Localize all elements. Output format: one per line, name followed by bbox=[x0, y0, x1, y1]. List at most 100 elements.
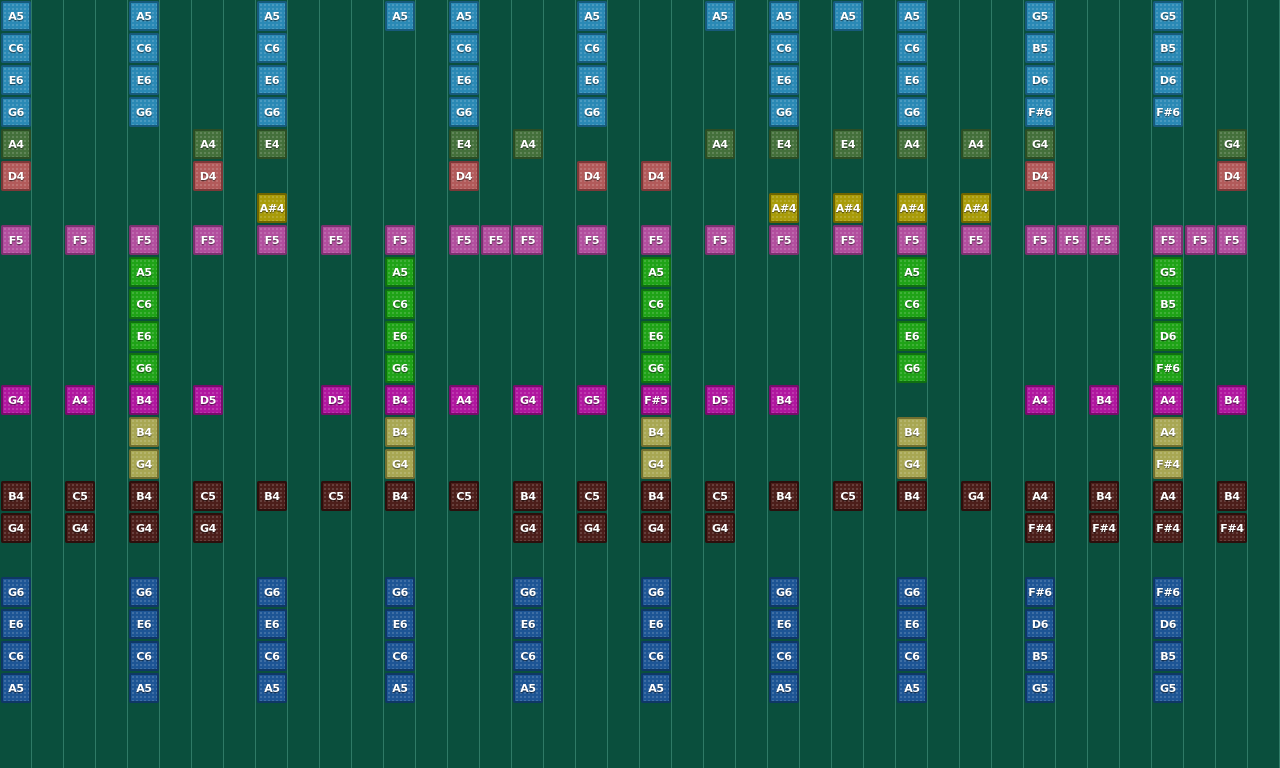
note-block[interactable]: G6 bbox=[513, 577, 543, 607]
note-block[interactable]: F5 bbox=[1089, 225, 1119, 255]
note-block[interactable]: F5 bbox=[961, 225, 991, 255]
note-block[interactable]: A#4 bbox=[961, 193, 991, 223]
note-block[interactable]: G4 bbox=[961, 481, 991, 511]
note-block[interactable]: A#4 bbox=[897, 193, 927, 223]
note-block[interactable]: B4 bbox=[385, 481, 415, 511]
note-block[interactable]: A5 bbox=[897, 1, 927, 31]
note-block[interactable]: G6 bbox=[129, 97, 159, 127]
note-block[interactable]: C6 bbox=[513, 641, 543, 671]
note-block[interactable]: F#4 bbox=[1153, 449, 1183, 479]
note-block[interactable]: B4 bbox=[1089, 385, 1119, 415]
note-block[interactable]: B4 bbox=[257, 481, 287, 511]
note-block[interactable]: F5 bbox=[1025, 225, 1055, 255]
note-block[interactable]: F5 bbox=[1153, 225, 1183, 255]
note-block[interactable]: F5 bbox=[833, 225, 863, 255]
note-block[interactable]: E6 bbox=[513, 609, 543, 639]
note-block[interactable]: F5 bbox=[1057, 225, 1087, 255]
note-block[interactable]: G5 bbox=[1025, 673, 1055, 703]
note-block[interactable]: E4 bbox=[257, 129, 287, 159]
note-block[interactable]: G4 bbox=[65, 513, 95, 543]
note-block[interactable]: A4 bbox=[705, 129, 735, 159]
note-block[interactable]: E6 bbox=[641, 321, 671, 351]
note-block[interactable]: G4 bbox=[513, 385, 543, 415]
note-block[interactable]: G6 bbox=[577, 97, 607, 127]
note-block[interactable]: G4 bbox=[641, 513, 671, 543]
note-block[interactable]: A5 bbox=[833, 1, 863, 31]
note-block[interactable]: D6 bbox=[1025, 609, 1055, 639]
note-block[interactable]: C6 bbox=[641, 289, 671, 319]
note-block[interactable]: G6 bbox=[641, 577, 671, 607]
note-block[interactable]: G6 bbox=[897, 97, 927, 127]
note-block[interactable]: B5 bbox=[1153, 33, 1183, 63]
note-block[interactable]: E6 bbox=[385, 321, 415, 351]
note-block[interactable]: D5 bbox=[705, 385, 735, 415]
note-block[interactable]: C6 bbox=[897, 641, 927, 671]
note-block[interactable]: C6 bbox=[897, 33, 927, 63]
note-block[interactable]: C5 bbox=[705, 481, 735, 511]
note-block[interactable]: E6 bbox=[449, 65, 479, 95]
note-block[interactable]: E4 bbox=[449, 129, 479, 159]
note-block[interactable]: B4 bbox=[385, 417, 415, 447]
note-block[interactable]: B4 bbox=[129, 481, 159, 511]
note-block[interactable]: A4 bbox=[1153, 417, 1183, 447]
note-block[interactable]: A4 bbox=[961, 129, 991, 159]
note-block[interactable]: C5 bbox=[833, 481, 863, 511]
note-block[interactable]: A4 bbox=[897, 129, 927, 159]
note-block[interactable]: F#6 bbox=[1153, 353, 1183, 383]
note-block[interactable]: G6 bbox=[449, 97, 479, 127]
note-block[interactable]: G4 bbox=[129, 449, 159, 479]
note-block[interactable]: D4 bbox=[1025, 161, 1055, 191]
note-block[interactable]: E4 bbox=[833, 129, 863, 159]
note-block[interactable]: G5 bbox=[577, 385, 607, 415]
note-block[interactable]: G6 bbox=[897, 577, 927, 607]
note-block[interactable]: G4 bbox=[1025, 129, 1055, 159]
note-block[interactable]: E6 bbox=[897, 65, 927, 95]
note-block[interactable]: B4 bbox=[769, 385, 799, 415]
note-block[interactable]: A5 bbox=[257, 673, 287, 703]
note-block[interactable]: C6 bbox=[257, 33, 287, 63]
note-block[interactable]: A5 bbox=[705, 1, 735, 31]
note-block[interactable]: A5 bbox=[449, 1, 479, 31]
note-block[interactable]: G4 bbox=[513, 513, 543, 543]
note-block[interactable]: F#5 bbox=[641, 385, 671, 415]
note-block[interactable]: A#4 bbox=[257, 193, 287, 223]
note-block[interactable]: B5 bbox=[1025, 641, 1055, 671]
note-block[interactable]: B5 bbox=[1153, 289, 1183, 319]
note-block[interactable]: D6 bbox=[1153, 65, 1183, 95]
note-block[interactable]: D5 bbox=[321, 385, 351, 415]
note-block[interactable]: G4 bbox=[705, 513, 735, 543]
note-block[interactable]: F#6 bbox=[1025, 577, 1055, 607]
note-block[interactable]: F#4 bbox=[1089, 513, 1119, 543]
note-block[interactable]: F#6 bbox=[1025, 97, 1055, 127]
note-block[interactable]: G5 bbox=[1153, 1, 1183, 31]
note-block[interactable]: A5 bbox=[897, 673, 927, 703]
note-block[interactable]: F5 bbox=[257, 225, 287, 255]
note-block[interactable]: D6 bbox=[1153, 321, 1183, 351]
note-block[interactable]: A4 bbox=[1153, 481, 1183, 511]
note-block[interactable]: B4 bbox=[769, 481, 799, 511]
note-block[interactable]: A4 bbox=[1025, 385, 1055, 415]
note-block[interactable]: E6 bbox=[257, 65, 287, 95]
note-block[interactable]: E6 bbox=[129, 321, 159, 351]
note-block[interactable]: G5 bbox=[1025, 1, 1055, 31]
note-block[interactable]: F#4 bbox=[1025, 513, 1055, 543]
note-block[interactable]: F5 bbox=[641, 225, 671, 255]
note-block[interactable]: E6 bbox=[1, 65, 31, 95]
note-block[interactable]: A5 bbox=[129, 257, 159, 287]
note-block[interactable]: C6 bbox=[385, 641, 415, 671]
note-block[interactable]: A5 bbox=[1, 1, 31, 31]
note-block[interactable]: B4 bbox=[129, 417, 159, 447]
note-block[interactable]: C5 bbox=[321, 481, 351, 511]
note-block[interactable]: F5 bbox=[769, 225, 799, 255]
note-block[interactable]: C5 bbox=[577, 481, 607, 511]
note-block[interactable]: A5 bbox=[641, 673, 671, 703]
note-block[interactable]: D6 bbox=[1153, 609, 1183, 639]
note-block[interactable]: F5 bbox=[321, 225, 351, 255]
note-block[interactable]: F5 bbox=[385, 225, 415, 255]
note-block[interactable]: G4 bbox=[129, 513, 159, 543]
note-block[interactable]: F#4 bbox=[1217, 513, 1247, 543]
note-block[interactable]: F#4 bbox=[1153, 513, 1183, 543]
note-block[interactable]: G6 bbox=[769, 97, 799, 127]
note-block[interactable]: D4 bbox=[1, 161, 31, 191]
note-block[interactable]: G6 bbox=[129, 577, 159, 607]
